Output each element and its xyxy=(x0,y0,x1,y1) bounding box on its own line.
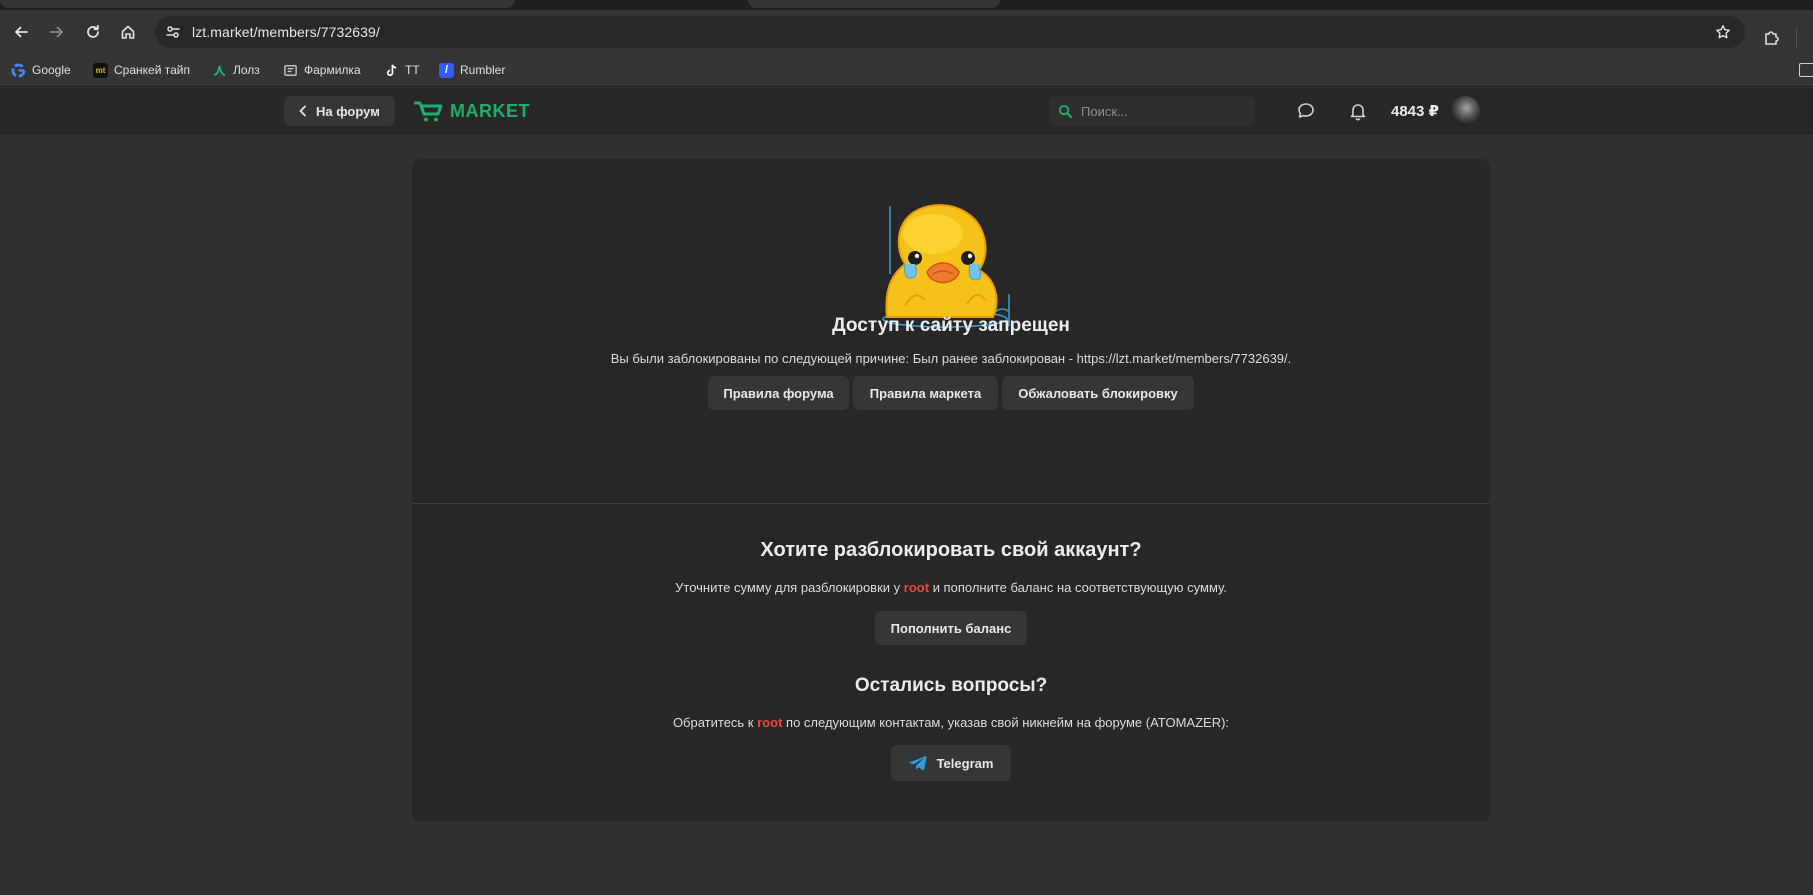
bookmark-lolz[interactable]: Лолз xyxy=(212,60,260,80)
telegram-icon xyxy=(908,756,927,771)
unlock-text-after: и пополните баланс на соответствующую су… xyxy=(932,580,1227,595)
ban-notice-card: Доступ к сайту запрещен Вы были заблокир… xyxy=(412,159,1490,822)
market-rules-button[interactable]: Правила маркета xyxy=(853,376,998,410)
search-box[interactable] xyxy=(1049,96,1255,126)
conversations-button[interactable] xyxy=(1294,99,1318,123)
bookmark-star-button[interactable] xyxy=(1713,22,1733,42)
top-up-balance-label: Пополнить баланс xyxy=(890,620,1012,636)
bookmark-monkeytype[interactable]: mt Сранкей тайп xyxy=(93,60,190,80)
root-mention-link[interactable]: root xyxy=(757,715,782,730)
cart-icon xyxy=(414,101,443,122)
site-header: На форум MARKET 4843 ₽ xyxy=(0,88,1813,135)
bookmark-label: Rumbler xyxy=(460,63,506,77)
top-up-balance-button[interactable]: Пополнить баланс xyxy=(875,611,1027,645)
balance-amount[interactable]: 4843 ₽ xyxy=(1391,102,1439,120)
bookmark-google[interactable]: Google xyxy=(11,60,71,80)
root-mention-link[interactable]: root xyxy=(904,580,929,595)
reload-button[interactable] xyxy=(79,18,107,46)
site-info-button[interactable] xyxy=(163,22,183,42)
tiktok-icon xyxy=(384,63,399,78)
logo-text: MARKET xyxy=(450,100,530,121)
url-text[interactable]: lzt.market/members/7732639/ xyxy=(192,24,380,40)
tab-strip xyxy=(0,0,1813,10)
notifications-button[interactable] xyxy=(1346,99,1370,123)
unlock-text-before: Уточните сумму для разблокировки у xyxy=(675,580,901,595)
appeal-ban-button[interactable]: Обжаловать блокировку xyxy=(1002,376,1194,410)
tune-icon xyxy=(166,26,180,38)
arrow-left-icon xyxy=(15,26,28,38)
search-input[interactable] xyxy=(1081,101,1241,121)
section-divider xyxy=(412,503,1490,504)
appeal-ban-label: Обжаловать блокировку xyxy=(1018,385,1178,401)
bookmark-label: Google xyxy=(32,63,71,77)
bookmark-rumbler[interactable]: / Rumbler xyxy=(439,60,505,80)
lolz-icon xyxy=(212,63,227,78)
monkeytype-icon: mt xyxy=(93,62,108,78)
home-icon xyxy=(121,25,135,39)
questions-text-after: по следующим контактам, указав свой никн… xyxy=(786,715,1230,730)
bookmark-tiktok[interactable]: TT xyxy=(384,60,420,80)
browser-toolbar: lzt.market/members/7732639/ xyxy=(0,10,1813,53)
search-icon xyxy=(1055,101,1075,121)
bookmark-label: Лолз xyxy=(233,63,260,77)
browser-tab[interactable] xyxy=(748,0,1000,8)
forum-rules-button[interactable]: Правила форума xyxy=(708,376,849,410)
browser-tab[interactable] xyxy=(0,0,515,8)
bookmark-label: Фармилка xyxy=(304,63,361,77)
back-button[interactable] xyxy=(7,18,35,46)
back-to-forum-label: На форум xyxy=(316,103,380,119)
star-icon xyxy=(1716,25,1730,39)
bookmarks-folder-icon[interactable] xyxy=(1799,63,1813,77)
bookmark-label: Сранкей тайп xyxy=(114,63,190,77)
chevron-left-icon xyxy=(299,105,306,117)
questions-title: Остались вопросы? xyxy=(854,675,1048,696)
questions-text-before: Обратитесь к xyxy=(672,715,754,730)
farmilka-icon xyxy=(283,63,298,78)
telegram-label: Telegram xyxy=(936,755,994,771)
bookmark-label: TT xyxy=(405,63,420,77)
bookmark-farmilka[interactable]: Фармилка xyxy=(283,60,361,80)
forum-rules-label: Правила форума xyxy=(723,385,834,401)
questions-text: Обратитесь к root по следующим контактам… xyxy=(412,715,1490,730)
extensions-button[interactable] xyxy=(1760,26,1784,50)
arrow-right-icon xyxy=(50,26,63,38)
avatar[interactable] xyxy=(1450,96,1480,126)
bell-icon xyxy=(1350,104,1366,121)
rambler-icon: / xyxy=(439,62,454,78)
home-button[interactable] xyxy=(114,18,142,46)
puzzle-icon xyxy=(1765,31,1779,45)
ban-reason: Вы были заблокированы по следующей причи… xyxy=(610,351,1292,366)
bookmarks-bar: Google mt Сранкей тайп Лолз Фармилка TT … xyxy=(0,53,1813,87)
back-to-forum-button[interactable]: На форум xyxy=(284,96,395,126)
telegram-button[interactable]: Telegram xyxy=(891,745,1011,781)
reload-icon xyxy=(87,24,99,38)
forward-button[interactable] xyxy=(43,18,71,46)
ban-title: Доступ к сайту запрещен xyxy=(832,315,1070,336)
google-icon xyxy=(11,62,26,78)
unlock-title: Хотите разблокировать свой аккаунт? xyxy=(760,539,1142,561)
unlock-text: Уточните сумму для разблокировки у root … xyxy=(412,580,1490,595)
market-logo[interactable]: MARKET xyxy=(414,98,530,124)
crying-duck-icon xyxy=(882,204,1010,328)
toolbar-separator xyxy=(1796,28,1797,48)
address-bar[interactable]: lzt.market/members/7732639/ xyxy=(155,16,1745,48)
chat-bubble-icon xyxy=(1298,103,1314,118)
market-rules-label: Правила маркета xyxy=(869,385,982,401)
